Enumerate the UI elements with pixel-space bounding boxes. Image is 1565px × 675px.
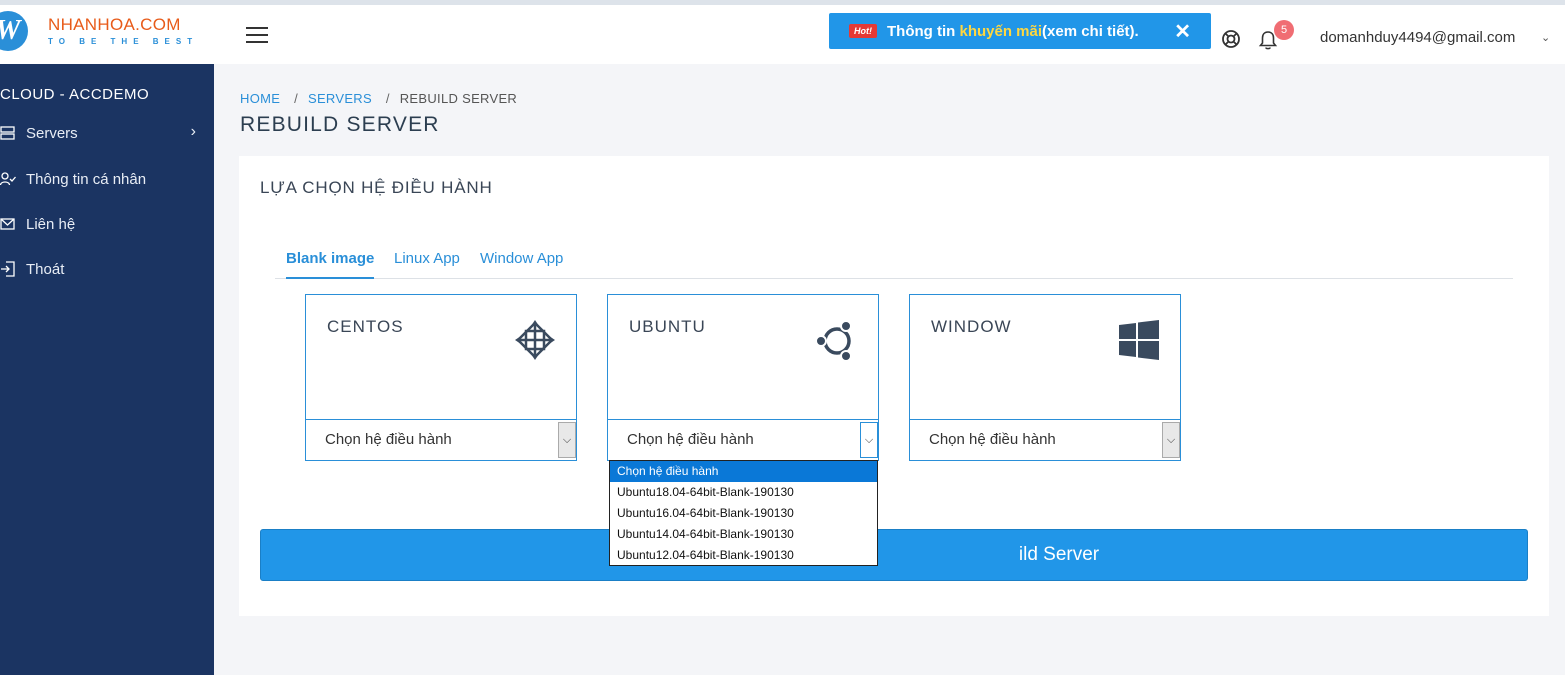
card-title: LỰA CHỌN HỆ ĐIỀU HÀNH: [260, 178, 493, 197]
sidebar-account-title: CLOUD - ACCDEMO: [0, 86, 150, 103]
tab-linux-app[interactable]: Linux App: [394, 250, 460, 267]
chevron-right-icon: ›: [190, 123, 196, 140]
promo-highlight[interactable]: khuyến mãi: [959, 23, 1042, 40]
sidebar-item-label: Liên hệ: [26, 215, 76, 233]
top-bar: W NHANHOA.COM TO BE THE BEST Hot! Thông …: [0, 0, 1565, 64]
promo-text-suffix: (xem chi tiết).: [1042, 22, 1139, 40]
os-selection-card: LỰA CHỌN HỆ ĐIỀU HÀNH Blank image Linux …: [239, 156, 1549, 616]
select-value: Chọn hệ điều hành: [325, 431, 452, 448]
breadcrumb-home-link[interactable]: HOME: [240, 91, 280, 106]
dropdown-option[interactable]: Chọn hệ điều hành: [610, 461, 877, 482]
dropdown-option[interactable]: Ubuntu12.04-64bit-Blank-190130: [610, 545, 877, 566]
brand-name[interactable]: NHANHOA.COM: [48, 15, 181, 35]
promo-text-prefix: Thông tin: [887, 22, 956, 40]
rebuild-button-label: ild Server: [1018, 544, 1100, 565]
sidebar-item-contact[interactable]: Liên hệ: [0, 206, 214, 242]
os-version-select[interactable]: Chọn hệ điều hành ⌵: [910, 419, 1180, 460]
brand-logo-icon[interactable]: W: [0, 11, 28, 51]
rebuild-server-button[interactable]: ild Server: [260, 529, 1528, 581]
support-lifebuoy-icon[interactable]: [1221, 29, 1241, 49]
os-name: CENTOS: [327, 317, 404, 336]
breadcrumb-separator: /: [294, 91, 299, 106]
user-check-icon: [0, 170, 18, 188]
os-name: WINDOW: [931, 317, 1012, 336]
os-card-window[interactable]: WINDOW Chọn hệ điều hành ⌵: [909, 294, 1181, 461]
menu-toggle-icon[interactable]: [246, 27, 268, 43]
chevron-down-icon[interactable]: ⌵: [860, 422, 878, 458]
os-version-select[interactable]: Chọn hệ điều hành ⌵: [306, 419, 576, 460]
user-menu-email[interactable]: domanhduy4494@gmail.com: [1320, 29, 1515, 46]
chevron-down-icon[interactable]: ⌄: [1541, 31, 1550, 44]
breadcrumb: HOME / SERVERS / REBUILD SERVER: [240, 91, 517, 106]
sidebar: CLOUD - ACCDEMO Servers › Thông tin cá n…: [0, 64, 214, 675]
dropdown-option[interactable]: Ubuntu18.04-64bit-Blank-190130: [610, 482, 877, 503]
sidebar-item-profile[interactable]: Thông tin cá nhân: [0, 161, 214, 197]
server-icon: [0, 124, 18, 142]
promo-banner[interactable]: Hot! Thông tin khuyến mãi (xem chi tiết)…: [829, 13, 1211, 49]
sidebar-item-label: Thông tin cá nhân: [26, 170, 147, 188]
hot-badge: Hot!: [849, 24, 877, 38]
sidebar-item-label: Servers: [26, 124, 78, 142]
page-title: REBUILD SERVER: [240, 113, 440, 136]
mail-icon: [0, 215, 18, 233]
select-value: Chọn hệ điều hành: [929, 431, 1056, 448]
breadcrumb-separator: /: [385, 91, 390, 106]
sidebar-item-logout[interactable]: Thoát: [0, 251, 214, 287]
ubuntu-version-dropdown[interactable]: Chọn hệ điều hành Ubuntu18.04-64bit-Blan…: [609, 460, 878, 566]
chevron-down-icon[interactable]: ⌵: [558, 422, 576, 458]
brand-tagline: TO BE THE BEST: [48, 37, 199, 46]
sidebar-item-label: Thoát: [26, 260, 65, 278]
logout-icon: [0, 260, 18, 278]
centos-icon: [515, 320, 555, 360]
windows-icon: [1119, 320, 1159, 360]
breadcrumb-servers-link[interactable]: SERVERS: [308, 91, 372, 106]
os-tabs: Blank image Linux App Window App: [275, 242, 1513, 279]
promo-close-icon[interactable]: ✕: [1174, 19, 1191, 44]
os-name: UBUNTU: [629, 317, 706, 336]
notification-count-badge: 5: [1274, 20, 1294, 40]
dropdown-option[interactable]: Ubuntu16.04-64bit-Blank-190130: [610, 503, 877, 524]
os-card-centos[interactable]: CENTOS Chọn hệ điều hành ⌵: [305, 294, 577, 461]
os-card-ubuntu[interactable]: UBUNTU Chọn hệ điều hành ⌵: [607, 294, 879, 461]
ubuntu-icon: [816, 320, 852, 361]
breadcrumb-current: REBUILD SERVER: [399, 91, 518, 106]
sidebar-item-servers[interactable]: Servers ›: [0, 115, 214, 151]
select-value: Chọn hệ điều hành: [627, 431, 754, 448]
os-version-select[interactable]: Chọn hệ điều hành ⌵: [608, 419, 878, 460]
dropdown-option[interactable]: Ubuntu14.04-64bit-Blank-190130: [610, 524, 877, 545]
chevron-down-icon[interactable]: ⌵: [1162, 422, 1180, 458]
tab-blank-image[interactable]: Blank image: [286, 250, 375, 279]
tab-window-app[interactable]: Window App: [480, 250, 563, 267]
